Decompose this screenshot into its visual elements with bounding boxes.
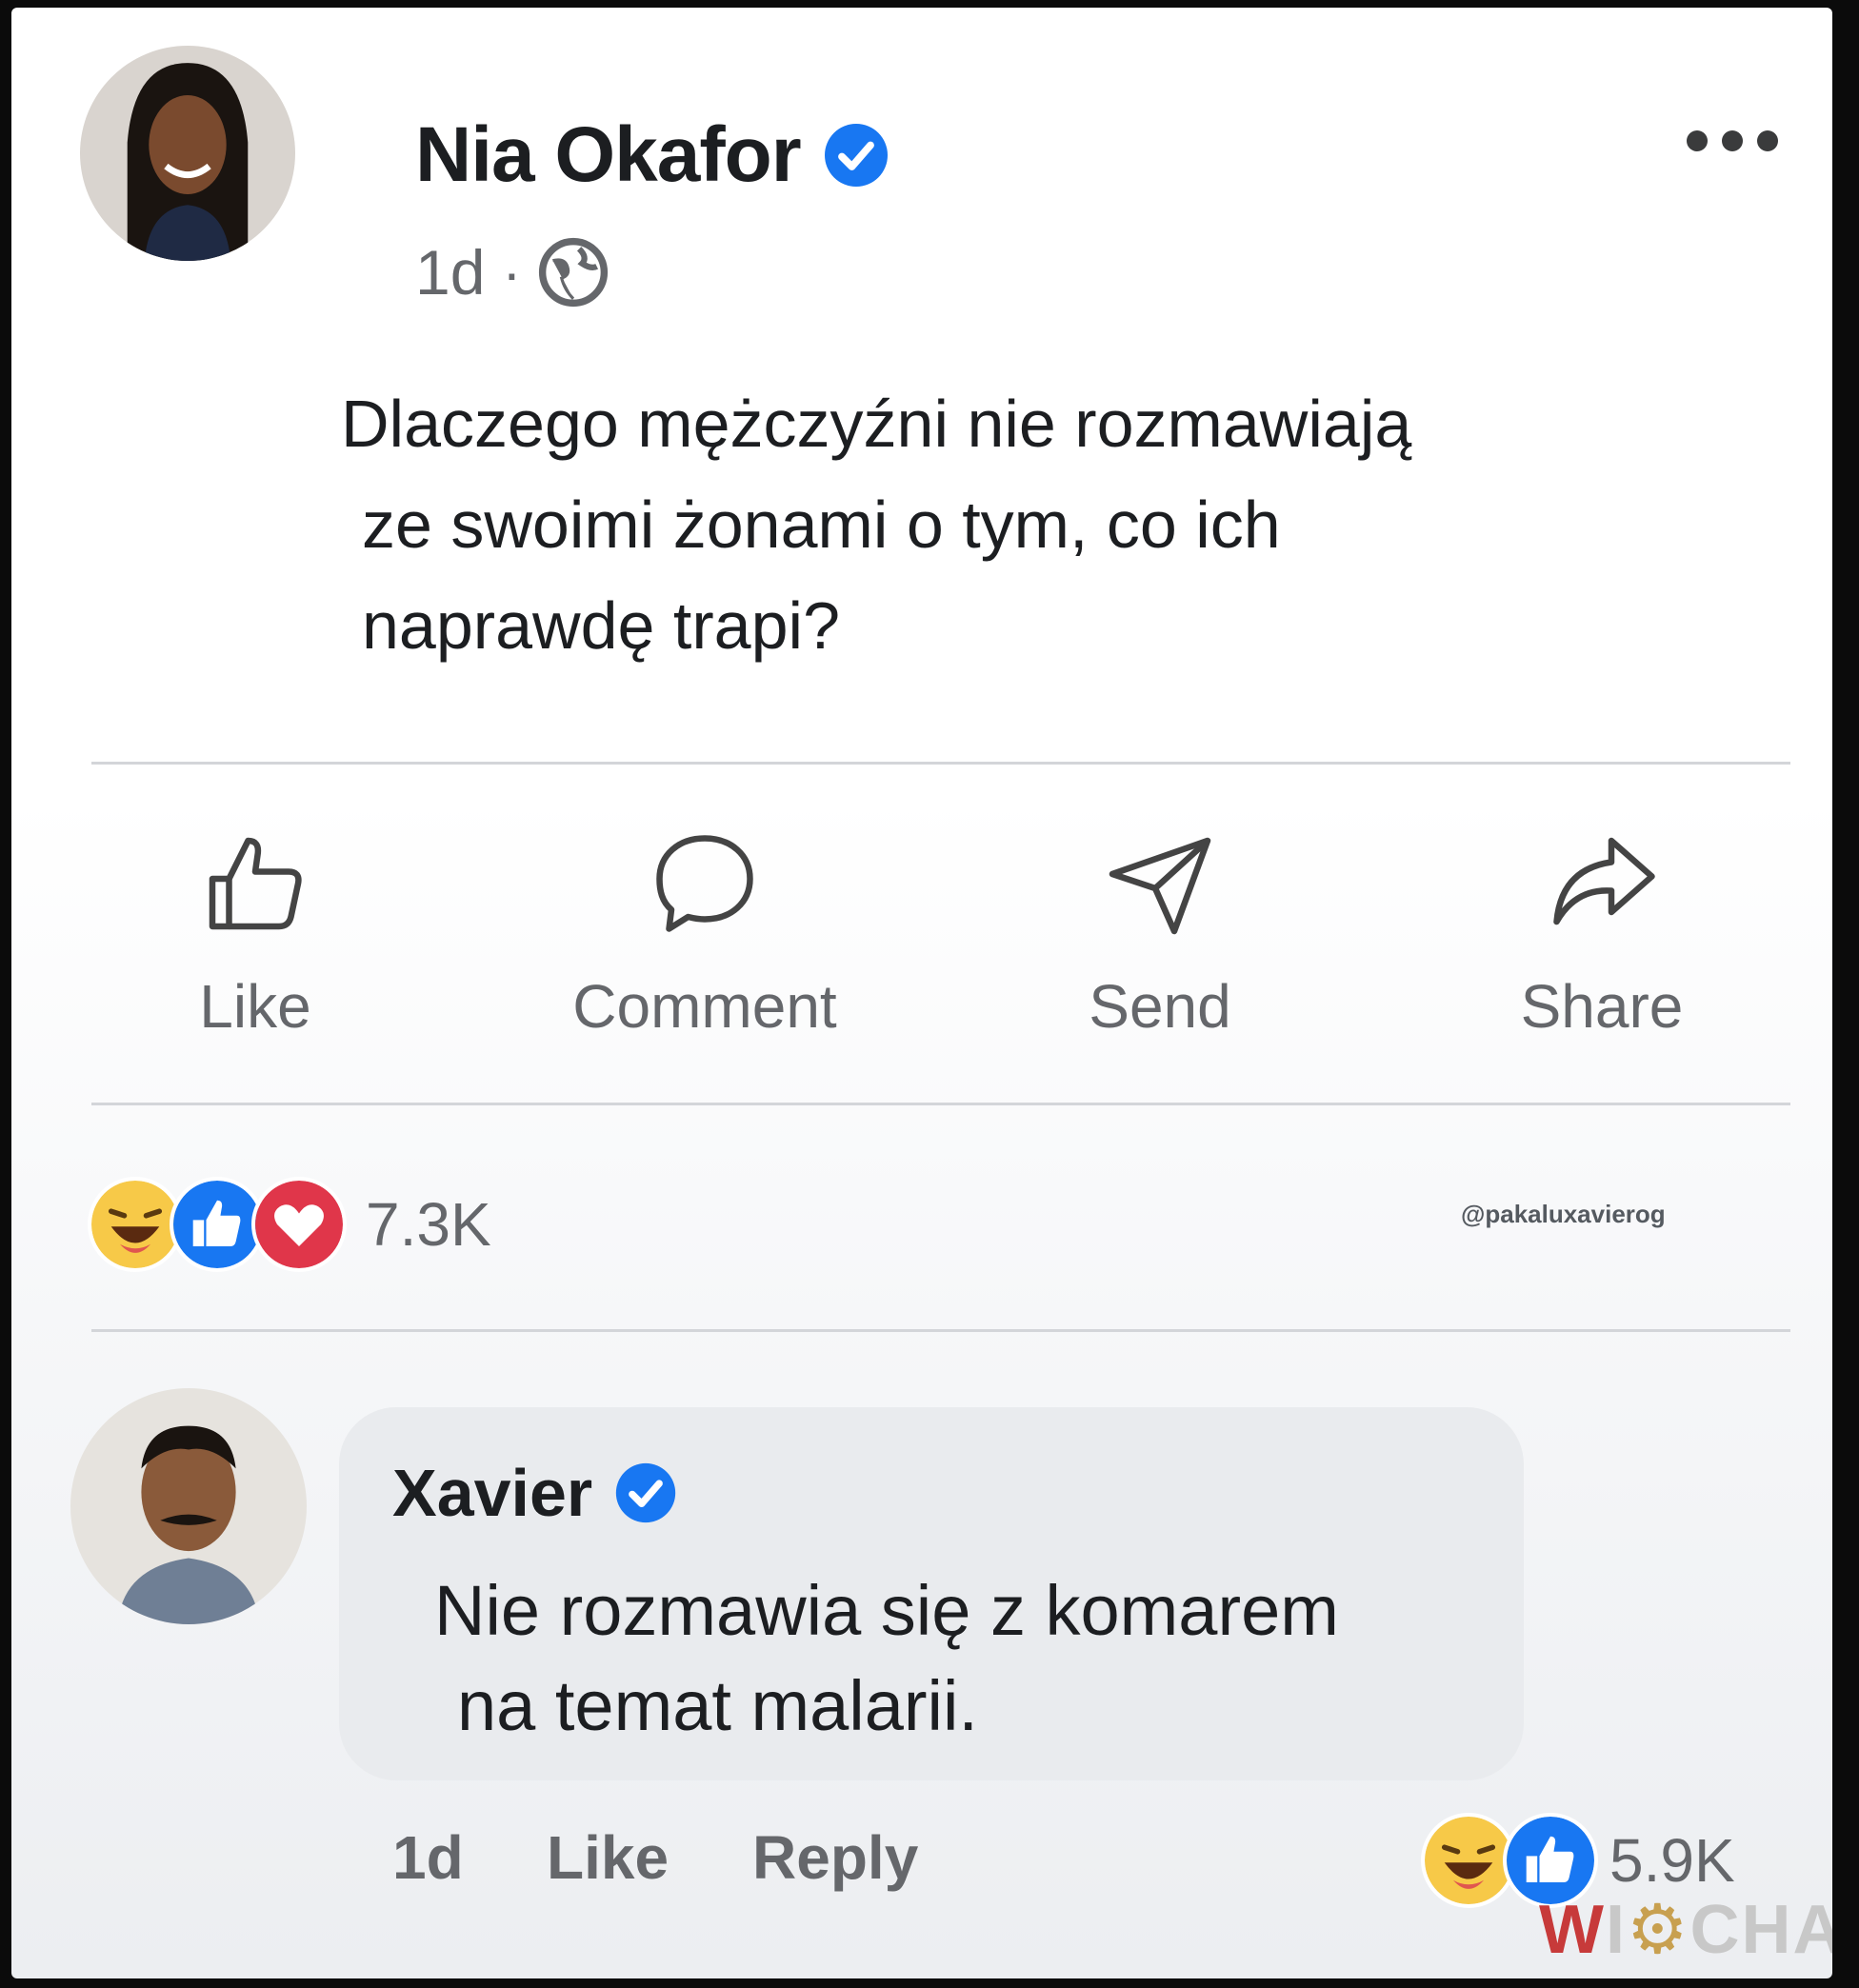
meta-separator: · xyxy=(502,240,522,305)
watermark-handle: @pakaluxavierog xyxy=(1461,1200,1666,1228)
verified-badge-icon xyxy=(616,1462,676,1523)
commenter: Xavier xyxy=(392,1455,678,1531)
post-time[interactable]: 1d xyxy=(415,236,485,308)
site-watermark-logo: WI⚙CHA xyxy=(1539,1889,1832,1969)
author-avatar[interactable] xyxy=(80,46,295,261)
comment-label: Comment xyxy=(572,972,837,1041)
reaction-summary[interactable]: 7.3K xyxy=(88,1177,491,1272)
like-label: Like xyxy=(199,972,311,1041)
more-options-icon[interactable] xyxy=(1680,120,1785,162)
send-button[interactable]: Send xyxy=(989,826,1331,1055)
post-text-line: naprawdę trapi? xyxy=(362,588,840,663)
paper-plane-icon xyxy=(1109,837,1211,935)
logo-letter-w: W xyxy=(1539,1892,1606,1968)
post-text-line: Dlaczego mężczyźni nie rozmawiają xyxy=(341,387,1412,461)
divider xyxy=(91,1329,1790,1332)
love-icon xyxy=(251,1177,347,1272)
speech-bubble-icon xyxy=(656,835,753,932)
haha-icon xyxy=(1421,1813,1516,1908)
share-button[interactable]: Share xyxy=(1430,826,1773,1055)
comment-text-line: na temat malarii. xyxy=(457,1666,978,1745)
comment-time[interactable]: 1d xyxy=(392,1822,464,1893)
post-card: Nia Okafor 1d · Dlaczego mężczyźni nie r… xyxy=(11,8,1832,1978)
share-arrow-icon xyxy=(1553,837,1655,925)
post-text: Dlaczego mężczyźni nie rozmawiają ze swo… xyxy=(341,373,1731,676)
like-button[interactable]: Like xyxy=(84,826,427,1055)
haha-icon xyxy=(88,1177,183,1272)
comment-reply-button[interactable]: Reply xyxy=(752,1822,918,1893)
commenter-avatar[interactable] xyxy=(70,1388,307,1624)
divider xyxy=(91,1103,1790,1105)
commenter-name[interactable]: Xavier xyxy=(392,1455,592,1531)
post-author: Nia Okafor xyxy=(415,110,890,200)
comment-text: Nie rozmawia się z komarem na temat mala… xyxy=(434,1563,1339,1754)
comment-reaction-count: 5.9K xyxy=(1609,1826,1735,1895)
like-icon xyxy=(170,1177,265,1272)
comment-button[interactable]: Comment xyxy=(533,826,876,1055)
logo-letter-i: I xyxy=(1605,1892,1627,1968)
divider xyxy=(91,762,1790,765)
author-name[interactable]: Nia Okafor xyxy=(415,110,802,200)
post-meta: 1d · xyxy=(415,236,609,308)
share-label: Share xyxy=(1520,972,1684,1041)
comment-text-line: Nie rozmawia się z komarem xyxy=(434,1571,1339,1650)
thumbs-up-icon xyxy=(209,837,302,930)
send-label: Send xyxy=(1089,972,1231,1041)
post-text-line: ze swoimi żonami o tym, co ich xyxy=(362,487,1281,562)
comment-like-button[interactable]: Like xyxy=(547,1822,669,1893)
globe-icon xyxy=(539,237,609,308)
verified-badge-icon xyxy=(824,124,888,187)
logo-letters-cha: CHA xyxy=(1689,1892,1832,1968)
reaction-count[interactable]: 7.3K xyxy=(366,1189,491,1260)
